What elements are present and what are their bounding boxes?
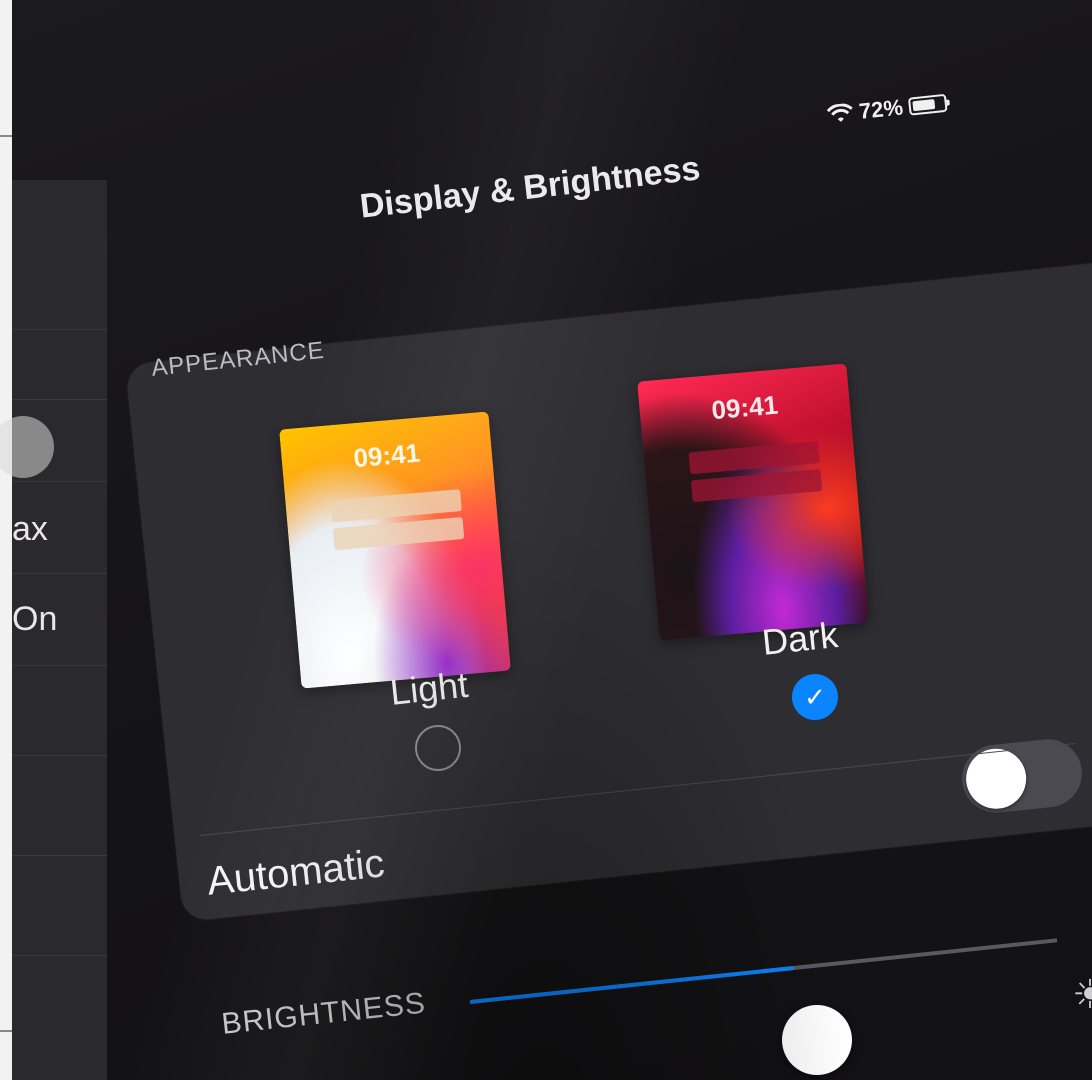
light-mode-preview[interactable]: 09:41 — [279, 411, 511, 689]
dark-radio-button[interactable]: ✓ — [792, 674, 838, 720]
battery-fill — [912, 99, 936, 112]
sun-icon: ☀ — [1072, 973, 1092, 1017]
battery-icon — [907, 93, 948, 116]
wifi-icon — [826, 103, 853, 122]
sidebar-toggle[interactable] — [0, 416, 54, 478]
sidebar-row[interactable] — [12, 666, 107, 756]
sidebar-row[interactable] — [12, 856, 107, 956]
preview-notification — [688, 441, 820, 475]
sidebar-row[interactable] — [12, 756, 107, 856]
light-radio-button[interactable] — [415, 725, 461, 771]
preview-clock: 09:41 — [352, 437, 422, 474]
preview-notification — [332, 517, 465, 551]
sidebar-row[interactable] — [12, 180, 107, 330]
dark-mode-preview[interactable]: 09:41 — [637, 363, 869, 641]
light-option-label[interactable]: Light — [388, 664, 470, 714]
sidebar-row[interactable] — [12, 330, 107, 400]
sidebar-item-label: ax — [12, 510, 48, 548]
sidebar-row[interactable] — [0, 400, 107, 482]
dark-option-label[interactable]: Dark — [760, 614, 840, 664]
brightness-slider-thumb[interactable] — [782, 1005, 852, 1075]
sidebar-row[interactable]: ax — [12, 482, 107, 574]
preview-clock: 09:41 — [710, 389, 780, 426]
photo-border — [0, 0, 12, 1080]
border-mark — [0, 135, 12, 137]
preview-notification — [690, 469, 823, 503]
battery-percent: 72% — [857, 94, 905, 124]
sidebar-item-label: On — [12, 600, 58, 638]
toggle-knob — [963, 745, 1030, 812]
sidebar-row[interactable]: On — [12, 574, 107, 666]
checkmark-icon: ✓ — [804, 682, 826, 712]
preview-notification — [330, 489, 462, 523]
settings-sidebar: ax On — [0, 180, 107, 1080]
photo-scene: ax On 72% Display & Brightness APPEARANC… — [0, 0, 1092, 1080]
border-mark — [0, 1030, 12, 1032]
